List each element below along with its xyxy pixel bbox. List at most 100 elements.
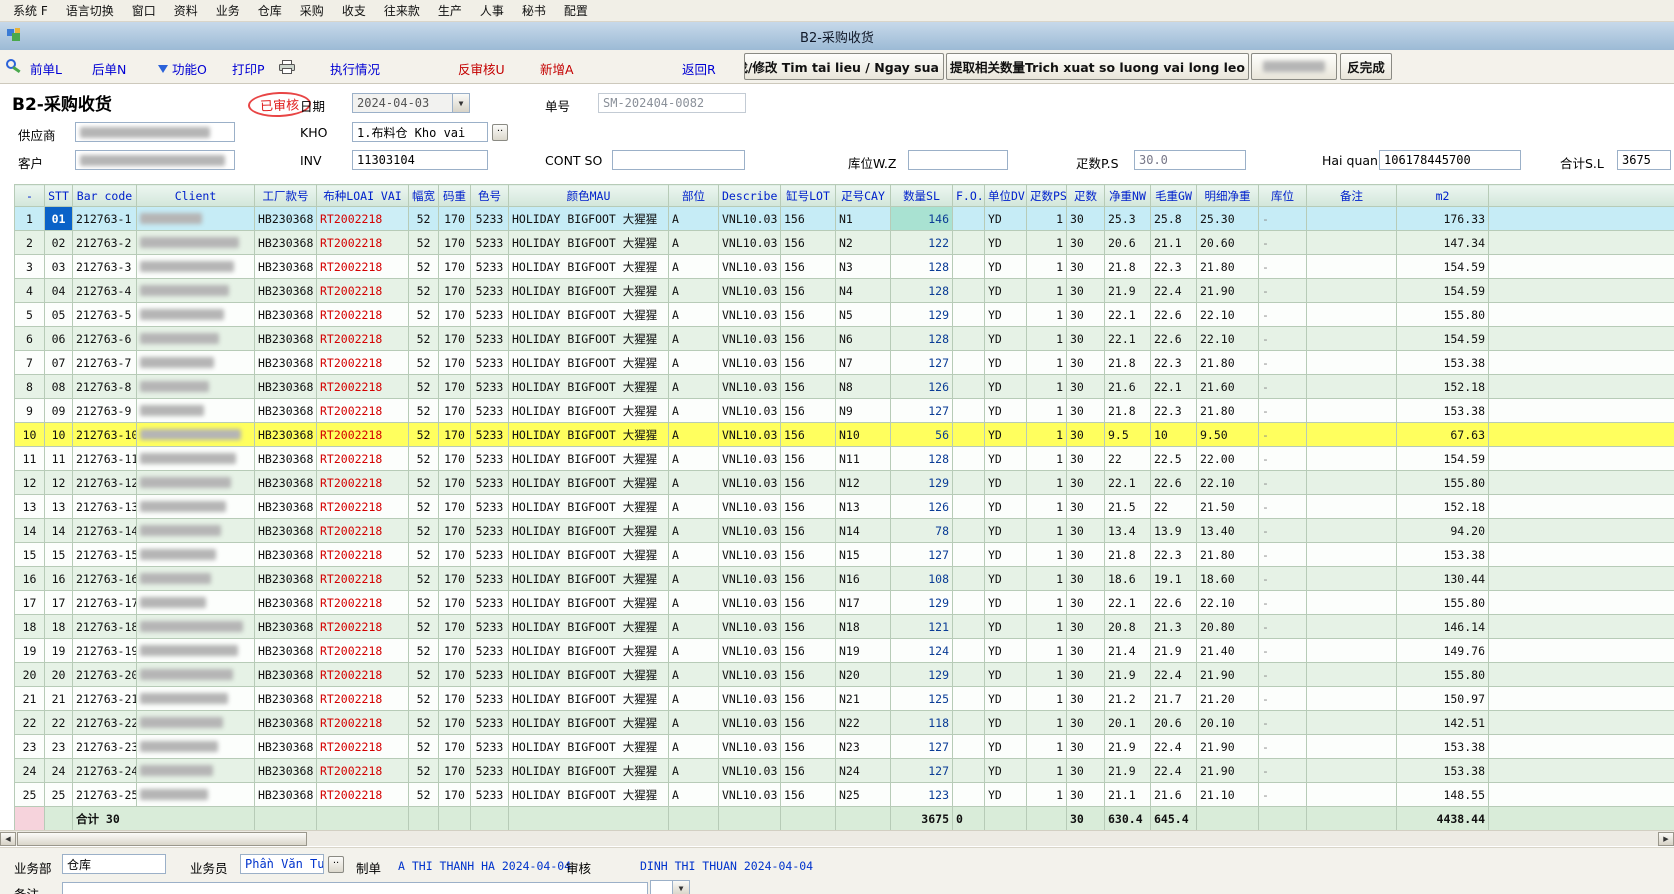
cell-no[interactable]: 16 xyxy=(15,567,45,591)
scroll-left-icon[interactable]: ◀ xyxy=(0,832,16,846)
cell-foc[interactable] xyxy=(953,783,985,807)
cell-fabric[interactable]: RT2002218 xyxy=(317,759,409,783)
cell-stt[interactable]: 19 xyxy=(45,639,73,663)
cell-gw[interactable]: 22.6 xyxy=(1151,327,1197,351)
cell-no[interactable]: 14 xyxy=(15,519,45,543)
cell-part[interactable]: A xyxy=(669,471,719,495)
cell-color_no[interactable]: 5233 xyxy=(471,519,509,543)
cell-cay[interactable]: N12 xyxy=(836,471,891,495)
cell-nw[interactable]: 22.1 xyxy=(1105,327,1151,351)
cell-client[interactable] xyxy=(137,663,255,687)
docno-field[interactable]: SM-202404-0082 xyxy=(598,93,746,113)
cell-stt[interactable]: 11 xyxy=(45,447,73,471)
cell-filler[interactable] xyxy=(1489,255,1674,279)
cell-foc[interactable] xyxy=(953,663,985,687)
cell-dnw[interactable]: 13.40 xyxy=(1197,519,1259,543)
cell-gw[interactable]: 19.1 xyxy=(1151,567,1197,591)
cell-client[interactable] xyxy=(137,519,255,543)
cell-gw[interactable]: 21.1 xyxy=(1151,231,1197,255)
cell-lot[interactable]: 156 xyxy=(781,591,836,615)
cell-part[interactable]: A xyxy=(669,543,719,567)
cell-unit[interactable]: YD xyxy=(985,351,1027,375)
cell-foc[interactable] xyxy=(953,375,985,399)
cell-fabric[interactable]: RT2002218 xyxy=(317,687,409,711)
cell-dnw[interactable]: 21.20 xyxy=(1197,687,1259,711)
cell-yard_weight[interactable]: 170 xyxy=(439,687,471,711)
cell-yard_weight[interactable]: 170 xyxy=(439,423,471,447)
cell-color_no[interactable]: 5233 xyxy=(471,783,509,807)
salesman-input[interactable]: Phần Văn Tuấn xyxy=(240,854,324,874)
toolbar-link-7[interactable]: 新增A xyxy=(540,59,574,78)
cell-lot[interactable]: 156 xyxy=(781,375,836,399)
cell-fabric[interactable]: RT2002218 xyxy=(317,495,409,519)
cell-storage[interactable]: - xyxy=(1259,591,1307,615)
cell-note[interactable] xyxy=(1307,711,1397,735)
cell-describe[interactable]: VNL10.03 xyxy=(719,543,781,567)
cell-stt[interactable]: 06 xyxy=(45,327,73,351)
cell-nw[interactable]: 21.2 xyxy=(1105,687,1151,711)
cell-note[interactable] xyxy=(1307,255,1397,279)
cell-fabric[interactable]: RT2002218 xyxy=(317,423,409,447)
cell-ps[interactable]: 1 xyxy=(1027,735,1067,759)
cell-pcs[interactable]: 30 xyxy=(1067,279,1105,303)
cell-foc[interactable] xyxy=(953,759,985,783)
cell-color_no[interactable]: 5233 xyxy=(471,423,509,447)
cell-unit[interactable]: YD xyxy=(985,567,1027,591)
cell-unit[interactable]: YD xyxy=(985,591,1027,615)
cell-storage[interactable]: - xyxy=(1259,735,1307,759)
cell-color_name[interactable]: HOLIDAY BIGFOOT 大猩猩 xyxy=(509,351,669,375)
cell-sl[interactable]: 129 xyxy=(891,471,953,495)
kho-input[interactable]: 1.布料仓 Kho vai xyxy=(352,122,488,142)
cell-sl[interactable]: 126 xyxy=(891,375,953,399)
cell-nw[interactable]: 20.1 xyxy=(1105,711,1151,735)
cell-width[interactable]: 52 xyxy=(409,639,439,663)
cell-fabric[interactable]: RT2002218 xyxy=(317,567,409,591)
cell-sl[interactable]: 127 xyxy=(891,399,953,423)
cell-color_name[interactable]: HOLIDAY BIGFOOT 大猩猩 xyxy=(509,711,669,735)
cell-barcode[interactable]: 212763-19 xyxy=(73,639,137,663)
menu-item[interactable]: 人事 xyxy=(471,0,513,21)
cell-dnw[interactable]: 20.10 xyxy=(1197,711,1259,735)
cell-color_name[interactable]: HOLIDAY BIGFOOT 大猩猩 xyxy=(509,663,669,687)
cell-m2[interactable]: 155.80 xyxy=(1397,663,1489,687)
cell-foc[interactable] xyxy=(953,639,985,663)
cell-width[interactable]: 52 xyxy=(409,327,439,351)
cell-client[interactable] xyxy=(137,303,255,327)
cell-yard_weight[interactable]: 170 xyxy=(439,207,471,231)
cell-nw[interactable]: 21.8 xyxy=(1105,351,1151,375)
cell-lot[interactable]: 156 xyxy=(781,351,836,375)
cell-describe[interactable]: VNL10.03 xyxy=(719,591,781,615)
cell-lot[interactable]: 156 xyxy=(781,615,836,639)
cell-gw[interactable]: 25.8 xyxy=(1151,207,1197,231)
cell-storage[interactable]: - xyxy=(1259,351,1307,375)
cell-cay[interactable]: N16 xyxy=(836,567,891,591)
toolbar-link-4[interactable]: 打印P xyxy=(232,59,295,78)
chevron-down-icon[interactable]: ▼ xyxy=(672,881,689,894)
cell-width[interactable]: 52 xyxy=(409,399,439,423)
toolbar-link-3[interactable]: 功能O xyxy=(158,59,207,78)
column-header-14[interactable]: 疋号CAY xyxy=(836,185,891,207)
cell-dnw[interactable]: 21.10 xyxy=(1197,783,1259,807)
cell-client[interactable] xyxy=(137,687,255,711)
cell-stt[interactable]: 08 xyxy=(45,375,73,399)
cell-note[interactable] xyxy=(1307,687,1397,711)
cell-m2[interactable]: 148.55 xyxy=(1397,783,1489,807)
cell-ps[interactable]: 1 xyxy=(1027,255,1067,279)
cell-width[interactable]: 52 xyxy=(409,303,439,327)
cell-no[interactable]: 17 xyxy=(15,591,45,615)
cell-gw[interactable]: 22 xyxy=(1151,495,1197,519)
cell-filler[interactable] xyxy=(1489,711,1674,735)
cell-barcode[interactable]: 212763-18 xyxy=(73,615,137,639)
cell-describe[interactable]: VNL10.03 xyxy=(719,231,781,255)
cell-barcode[interactable]: 212763-8 xyxy=(73,375,137,399)
cell-fabric[interactable]: RT2002218 xyxy=(317,543,409,567)
cell-yard_weight[interactable]: 170 xyxy=(439,735,471,759)
cell-filler[interactable] xyxy=(1489,303,1674,327)
cell-color_name[interactable]: HOLIDAY BIGFOOT 大猩猩 xyxy=(509,327,669,351)
cell-m2[interactable]: 155.80 xyxy=(1397,591,1489,615)
cell-barcode[interactable]: 212763-1 xyxy=(73,207,137,231)
cell-part[interactable]: A xyxy=(669,351,719,375)
toolbar-link-6[interactable]: 反审核U xyxy=(458,59,505,78)
cell-unit[interactable]: YD xyxy=(985,447,1027,471)
cell-client[interactable] xyxy=(137,495,255,519)
